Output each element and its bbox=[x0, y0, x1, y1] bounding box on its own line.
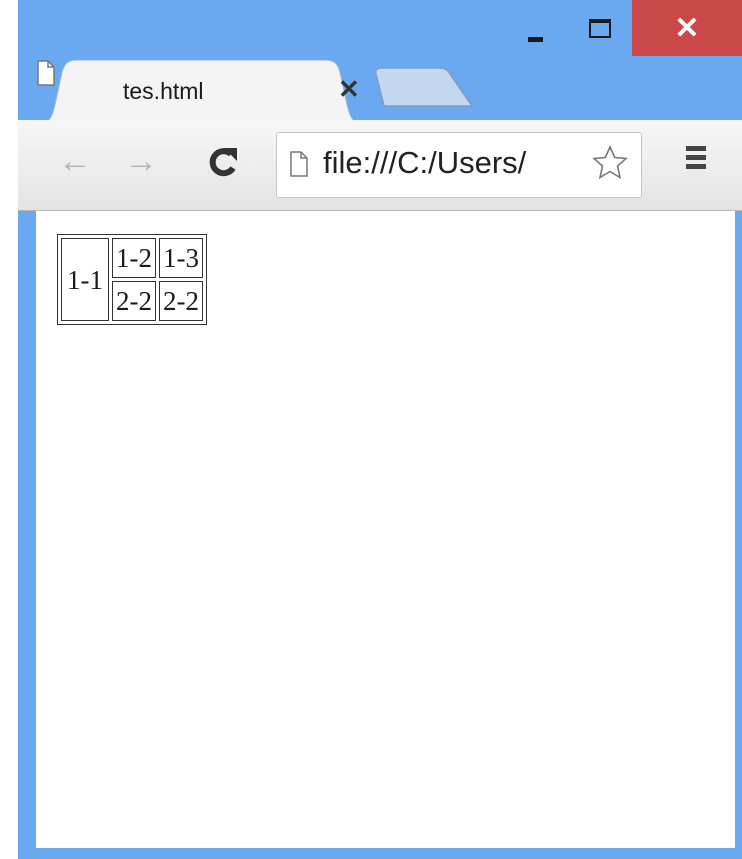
tab-close-icon[interactable]: ✕ bbox=[338, 74, 360, 105]
table-cell-2-2b: 2-2 bbox=[159, 281, 203, 321]
forward-button[interactable]: → bbox=[124, 142, 158, 181]
table-cell-1-1: 1-1 bbox=[61, 238, 109, 321]
close-icon: ✕ bbox=[674, 11, 700, 45]
page-icon bbox=[290, 151, 308, 177]
close-window-button[interactable]: ✕ bbox=[632, 0, 742, 56]
minimize-button[interactable] bbox=[502, 0, 568, 56]
new-tab-button[interactable] bbox=[374, 67, 474, 113]
maximize-icon bbox=[589, 18, 611, 38]
tab-tes-html[interactable]: tes.html ✕ bbox=[36, 60, 366, 124]
menu-icon[interactable] bbox=[686, 146, 706, 173]
demo-table: 1-1 1-2 1-3 2-2 2-2 bbox=[57, 234, 207, 325]
address-text: file:///C:/Users/ bbox=[323, 145, 527, 180]
star-icon[interactable] bbox=[591, 144, 629, 182]
reload-icon[interactable] bbox=[204, 142, 240, 182]
table-cell-2-2a: 2-2 bbox=[112, 281, 156, 321]
maximize-button[interactable] bbox=[568, 0, 632, 56]
tab-title: tes.html bbox=[123, 78, 204, 104]
new-tab-icon bbox=[375, 67, 474, 107]
back-button[interactable]: ← bbox=[58, 142, 92, 181]
table-cell-1-3: 1-3 bbox=[159, 238, 203, 278]
browser-toolbar: ← → file:///C:/Users/ bbox=[18, 120, 742, 211]
address-bar[interactable]: file:///C:/Users/ bbox=[276, 132, 642, 198]
minimize-icon bbox=[527, 36, 543, 42]
page-content: 1-1 1-2 1-3 2-2 2-2 bbox=[36, 211, 735, 848]
table-cell-1-2: 1-2 bbox=[112, 238, 156, 278]
file-icon bbox=[37, 60, 55, 86]
